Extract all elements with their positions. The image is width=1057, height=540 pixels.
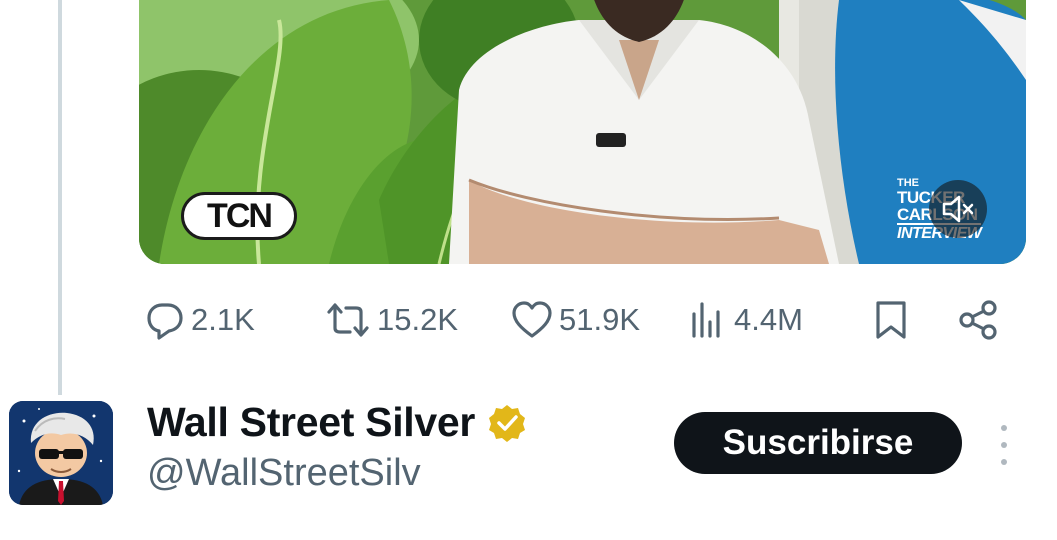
tcn-watermark: TCN <box>181 192 297 240</box>
subscribe-button[interactable]: Suscribirse <box>674 412 962 474</box>
reply-button[interactable]: 2.1K <box>145 292 255 348</box>
tweet-action-bar: 2.1K 15.2K 51.9K 4.4M <box>145 292 1005 348</box>
speaker-muted-icon <box>942 195 974 223</box>
reply-icon <box>147 303 183 340</box>
thread-connector-line <box>58 0 62 395</box>
gold-verified-icon <box>489 404 526 442</box>
tweet-video[interactable]: TCN THE TUCKER CARLSON INTERVIEW <box>139 0 1026 264</box>
avatar[interactable] <box>9 401 113 505</box>
repost-icon <box>327 303 369 337</box>
more-vertical-icon-dot <box>1001 459 1007 465</box>
views-count: 4.4M <box>734 302 803 337</box>
bookmark-button[interactable] <box>873 292 909 348</box>
share-icon <box>959 300 997 340</box>
user-handle[interactable]: @WallStreetSilv <box>147 452 421 495</box>
repost-button[interactable]: 15.2K <box>325 292 458 348</box>
repost-count: 15.2K <box>377 302 459 337</box>
more-options-button[interactable] <box>994 425 1014 465</box>
reply-count: 2.1K <box>191 302 255 337</box>
like-icon <box>512 301 552 338</box>
like-button[interactable]: 51.9K <box>511 292 640 348</box>
views-button[interactable]: 4.4M <box>690 292 803 348</box>
mute-toggle-button[interactable] <box>929 180 987 238</box>
account-card: Wall Street Silver @WallStreetSilv Suscr… <box>0 395 1057 525</box>
bookmark-icon <box>876 301 906 339</box>
display-name[interactable]: Wall Street Silver <box>147 399 475 446</box>
views-icon <box>692 302 720 338</box>
more-vertical-icon-dot <box>1001 442 1007 448</box>
name-row: Wall Street Silver <box>147 399 527 446</box>
share-button[interactable] <box>957 292 999 348</box>
wall-street-silver-avatar-art <box>9 401 113 505</box>
more-vertical-icon-dot <box>1001 425 1007 431</box>
like-count: 51.9K <box>559 302 641 337</box>
